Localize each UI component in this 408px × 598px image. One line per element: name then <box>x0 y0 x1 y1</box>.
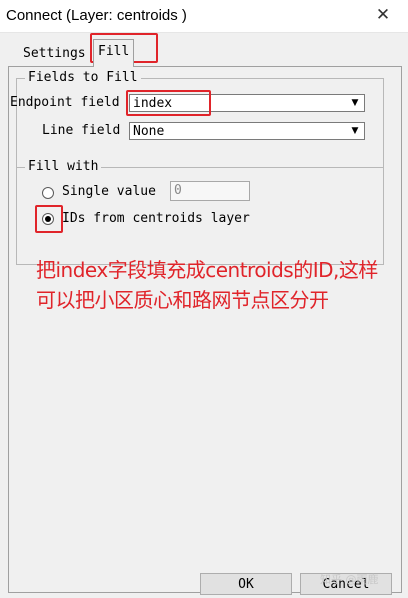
highlight-ids-radio <box>35 205 63 233</box>
chevron-down-icon[interactable]: ▼ <box>349 95 361 111</box>
chevron-down-icon[interactable]: ▼ <box>349 123 361 139</box>
line-field-select[interactable]: None ▼ <box>129 122 365 140</box>
highlight-endpoint-field <box>126 90 211 116</box>
annotation-note: 把index字段填充成centroids的ID,这样可以把小区质心和路网节点区分… <box>36 258 378 312</box>
line-field-label: Line field <box>42 123 121 138</box>
tab-fill[interactable]: Fill <box>93 39 135 67</box>
close-icon[interactable]: ✕ <box>374 5 392 25</box>
single-value-label: Single value <box>62 184 156 199</box>
watermark: 知乎 @雨鹿 <box>320 573 379 586</box>
single-value-radio[interactable] <box>42 187 54 199</box>
tab-settings[interactable]: Settings <box>16 41 93 68</box>
tab-strip: Settings Fill <box>16 39 396 68</box>
fields-to-fill-legend: Fields to Fill <box>25 70 141 86</box>
window-title: Connect (Layer: centroids ) <box>6 7 187 24</box>
dialog-body: Settings Fill Fields to Fill Endpoint fi… <box>0 33 408 598</box>
line-field-value: None <box>133 124 165 139</box>
ids-from-centroids-label: IDs from centroids layer <box>62 211 250 226</box>
title-bar: Connect (Layer: centroids ) ✕ <box>0 0 408 33</box>
fill-with-legend: Fill with <box>25 159 102 175</box>
ok-button[interactable]: OK <box>200 573 292 595</box>
endpoint-field-label: Endpoint field <box>10 95 120 110</box>
single-value-input[interactable]: 0 <box>170 181 250 201</box>
